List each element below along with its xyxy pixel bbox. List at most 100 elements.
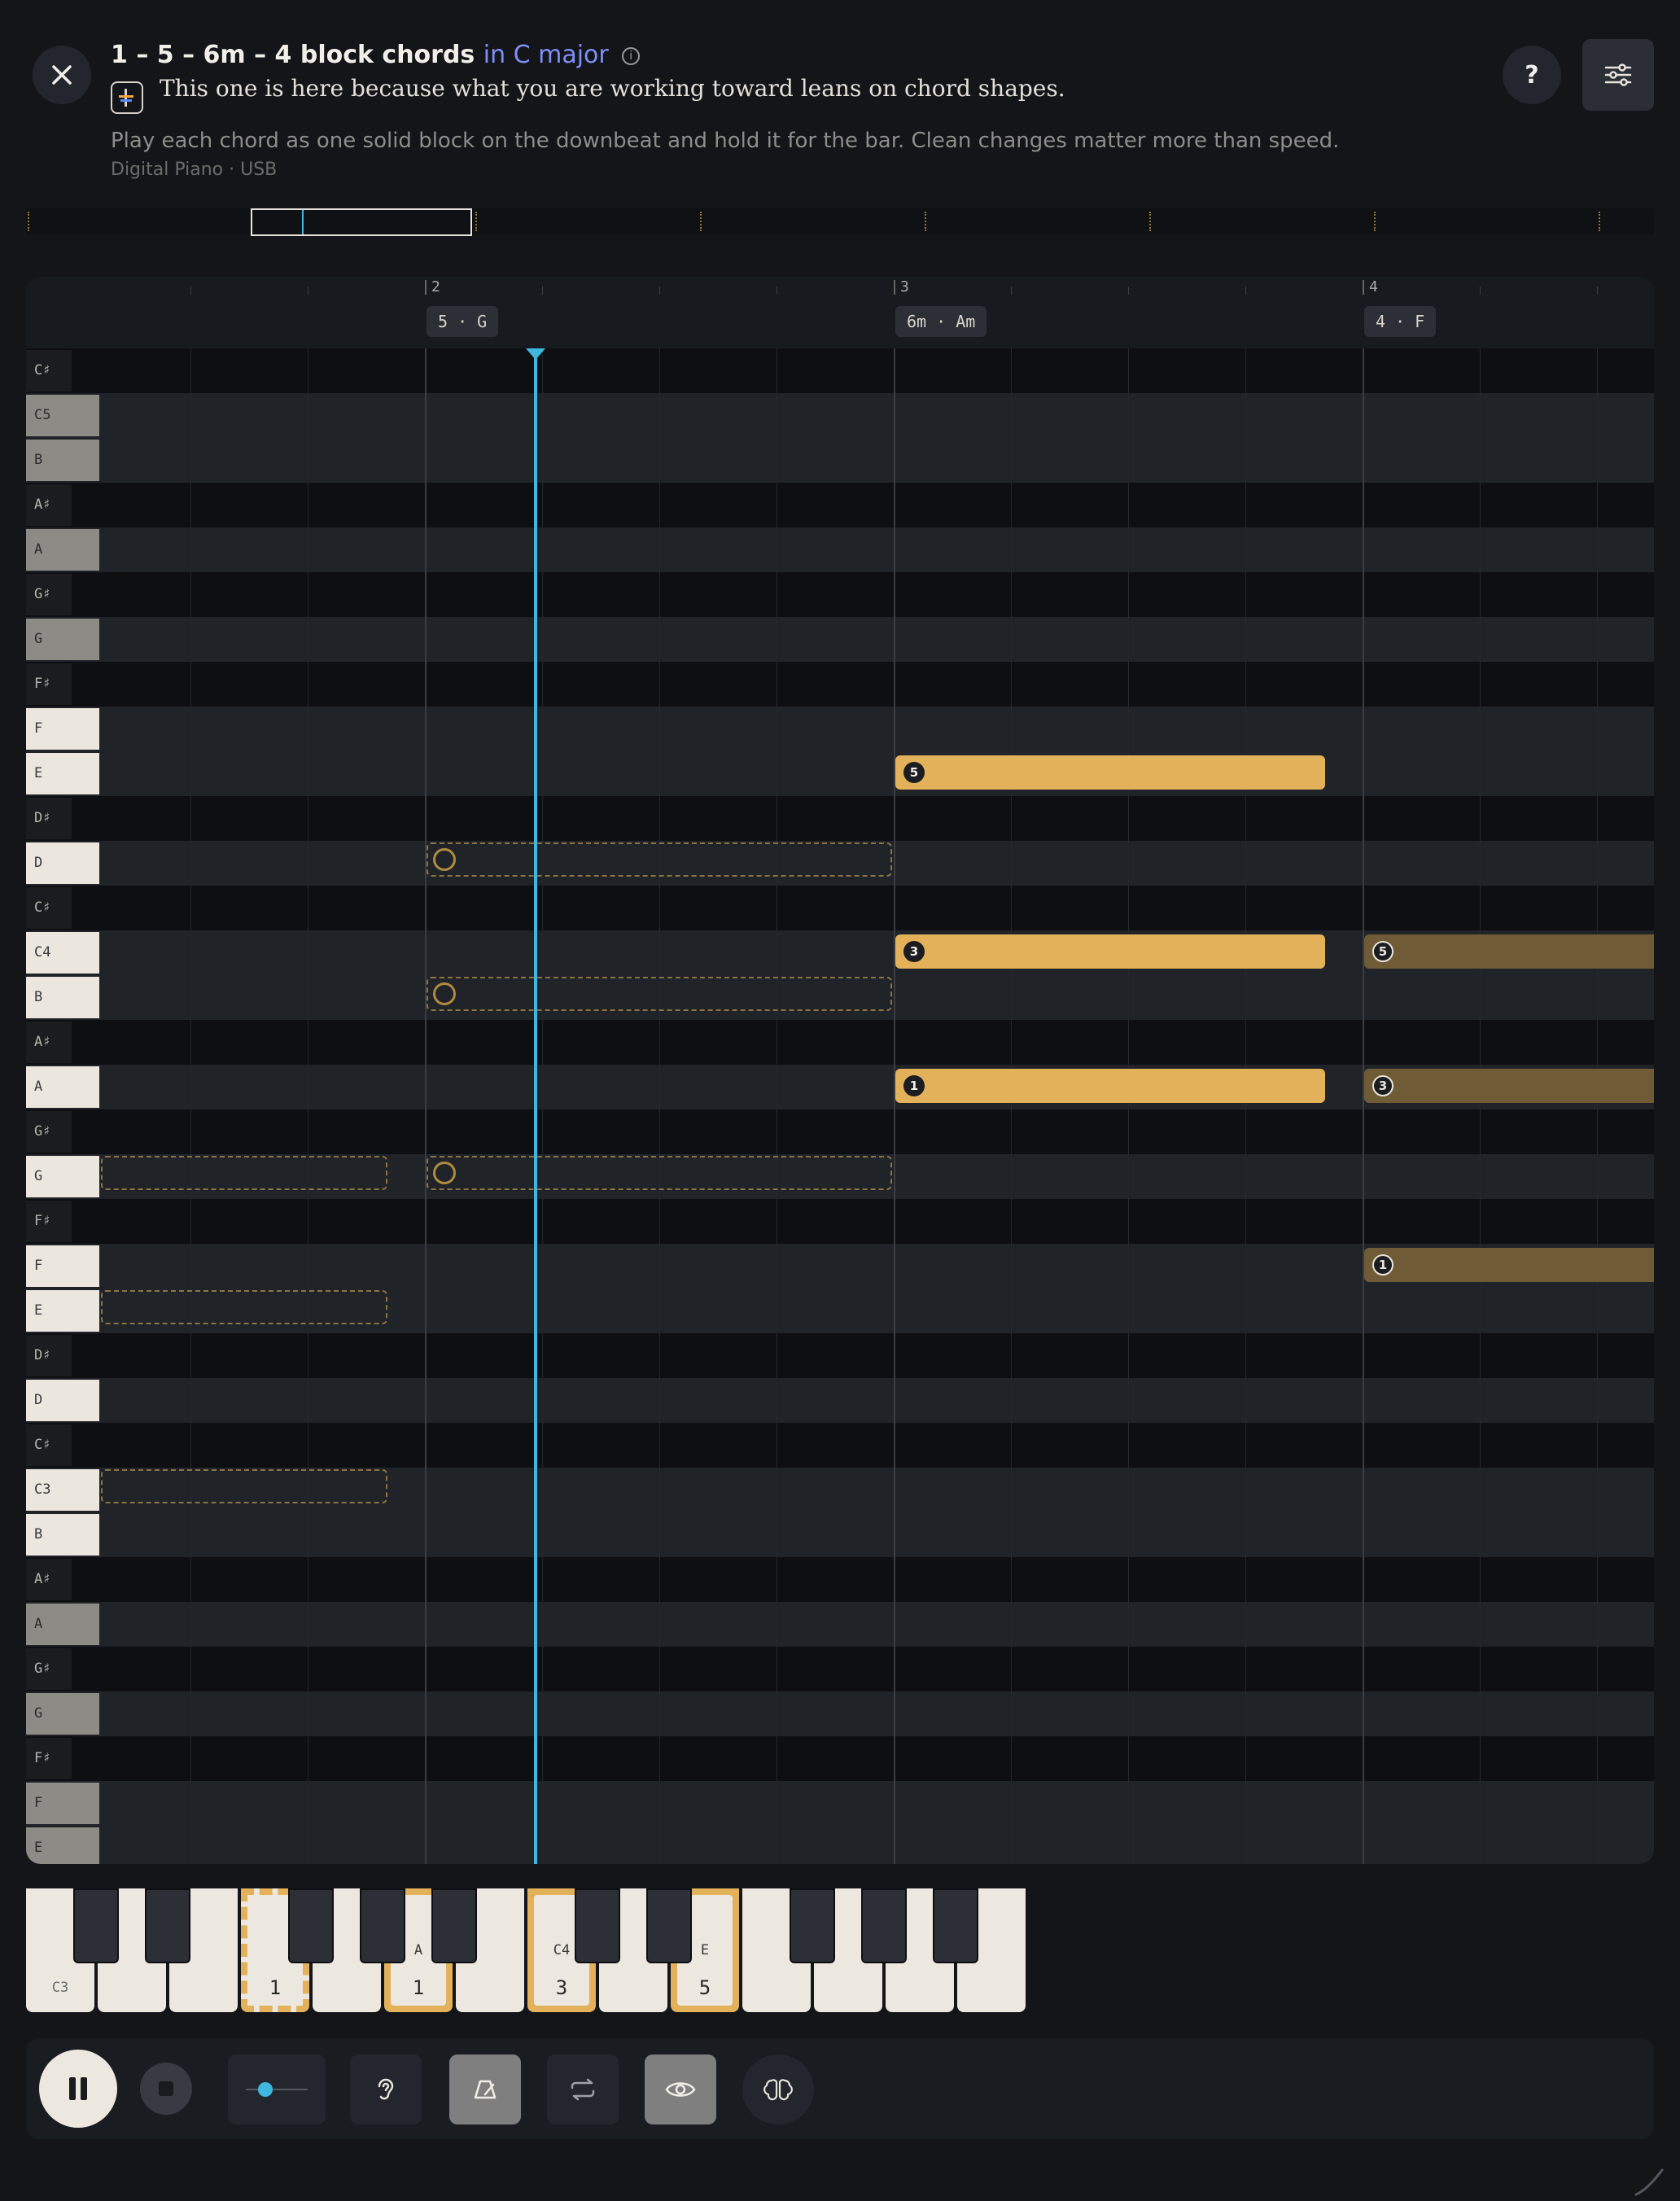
pitch-row: [26, 527, 1654, 572]
black-key[interactable]: [861, 1888, 907, 1963]
pitch-row: [26, 707, 1654, 751]
key-label[interactable]: G: [26, 1693, 99, 1735]
finger-number: 3: [903, 941, 925, 962]
key-label[interactable]: F: [26, 708, 99, 750]
key-finger: 1: [269, 1976, 282, 1999]
pause-button[interactable]: [39, 2050, 117, 2128]
key-label[interactable]: G: [26, 1156, 99, 1197]
key-label[interactable]: C5: [26, 395, 99, 436]
black-key[interactable]: [646, 1888, 692, 1963]
key-finger: 3: [555, 1976, 568, 1999]
sliders-icon: [1604, 63, 1632, 86]
key-label[interactable]: A♯: [26, 484, 72, 526]
key-label[interactable]: D: [26, 1380, 99, 1421]
finger-number: 1: [1372, 1254, 1393, 1276]
loop-icon: [571, 2078, 595, 2101]
key-label[interactable]: A♯: [26, 1022, 72, 1063]
pitch-row: [26, 1199, 1654, 1244]
black-key[interactable]: [288, 1888, 334, 1963]
help-button[interactable]: ?: [1503, 46, 1561, 104]
stop-button[interactable]: [140, 2063, 192, 2115]
black-key[interactable]: [145, 1888, 190, 1963]
pitch-row: [26, 1736, 1654, 1781]
black-key[interactable]: [790, 1888, 835, 1963]
key-label[interactable]: F♯: [26, 1201, 72, 1242]
ghost-note-d4: [427, 842, 892, 877]
key-label[interactable]: F♯: [26, 663, 72, 705]
key-label[interactable]: A: [26, 529, 99, 571]
pitch-row: [26, 393, 1654, 438]
key-label[interactable]: E: [26, 1827, 99, 1864]
reason-text: This one is here because what you are wo…: [160, 75, 1065, 102]
info-icon[interactable]: i: [622, 46, 641, 65]
key-label[interactable]: C♯: [26, 887, 72, 929]
key-label[interactable]: D: [26, 842, 99, 884]
black-key[interactable]: [73, 1888, 119, 1963]
black-key[interactable]: [431, 1888, 477, 1963]
ghost-note-e3: [101, 1290, 387, 1324]
black-key[interactable]: [933, 1888, 978, 1963]
slider-icon: [246, 2082, 308, 2097]
playhead[interactable]: [534, 348, 537, 1864]
stop-icon: [159, 2081, 173, 2096]
tempo-slider[interactable]: [228, 2054, 326, 2124]
chord-tag: 6m · Am: [895, 306, 987, 337]
listen-button[interactable]: [350, 2054, 422, 2124]
playhead-handle[interactable]: [526, 348, 545, 360]
piano-roll[interactable]: 2 3 4 5 · G 6m · Am 4 · F C♯ C5 B A♯ A G♯ G F♯ F…: [26, 277, 1654, 1864]
key-label[interactable]: B: [26, 977, 99, 1018]
settings-button[interactable]: [1582, 39, 1654, 111]
key-label[interactable]: A: [26, 1066, 99, 1108]
bar-number: 3: [894, 280, 909, 295]
bar-number: 4: [1363, 280, 1378, 295]
show-notes-button[interactable]: [645, 2054, 716, 2124]
key-label[interactable]: F♯: [26, 1738, 72, 1779]
key-label[interactable]: E: [26, 1290, 99, 1332]
key-label[interactable]: G♯: [26, 574, 72, 615]
close-button[interactable]: [33, 46, 91, 104]
pitch-row: [26, 1423, 1654, 1468]
metronome-button[interactable]: [449, 2054, 521, 2124]
key-label[interactable]: A♯: [26, 1559, 72, 1600]
overview-viewport[interactable]: [251, 208, 472, 236]
finger-number: 5: [903, 762, 925, 783]
key-label[interactable]: D♯: [26, 1335, 72, 1376]
note-e4[interactable]: 5: [895, 755, 1325, 790]
pitch-row: [26, 1602, 1654, 1647]
loop-button[interactable]: [547, 2054, 619, 2124]
note-c4[interactable]: 3: [895, 934, 1325, 969]
pitch-row: [26, 438, 1654, 483]
key-label[interactable]: G: [26, 619, 99, 660]
key-label[interactable]: A: [26, 1604, 99, 1645]
key-label[interactable]: C3: [26, 1469, 99, 1511]
key-label[interactable]: B: [26, 1514, 99, 1556]
eye-icon: [665, 2082, 696, 2097]
key-label[interactable]: B: [26, 440, 99, 481]
note-c4[interactable]: 5: [1364, 934, 1654, 969]
key-label[interactable]: E: [26, 753, 99, 794]
key-label[interactable]: D♯: [26, 798, 72, 839]
note-f3[interactable]: 1: [1364, 1248, 1654, 1282]
help-label: ?: [1525, 60, 1539, 90]
chord-tag: 5 · G: [427, 306, 499, 337]
key-label[interactable]: C♯: [26, 350, 72, 392]
piano-keyboard[interactable]: C3 1 A1 C4 3 E5: [26, 1888, 1029, 2012]
key-label[interactable]: C♯: [26, 1424, 72, 1466]
memory-mode-button[interactable]: [742, 2054, 814, 2124]
ear-icon: [378, 2078, 394, 2100]
ghost-note-g3: [427, 1156, 892, 1190]
key-label[interactable]: F: [26, 1245, 99, 1287]
note-a3[interactable]: 3: [1364, 1069, 1654, 1103]
resize-handle-icon[interactable]: [1633, 2165, 1665, 2198]
key-label: in C major: [483, 41, 609, 69]
key-label[interactable]: G♯: [26, 1648, 72, 1690]
key-label[interactable]: F: [26, 1783, 99, 1824]
key-label[interactable]: G♯: [26, 1111, 72, 1153]
black-key[interactable]: [575, 1888, 620, 1963]
pitch-row: [26, 1378, 1654, 1423]
key-label[interactable]: C4: [26, 932, 99, 974]
note-a3[interactable]: 1: [895, 1069, 1325, 1103]
device-label: Digital Piano · USB: [111, 160, 278, 180]
black-key[interactable]: [360, 1888, 405, 1963]
ghost-note-c3: [101, 1469, 387, 1503]
